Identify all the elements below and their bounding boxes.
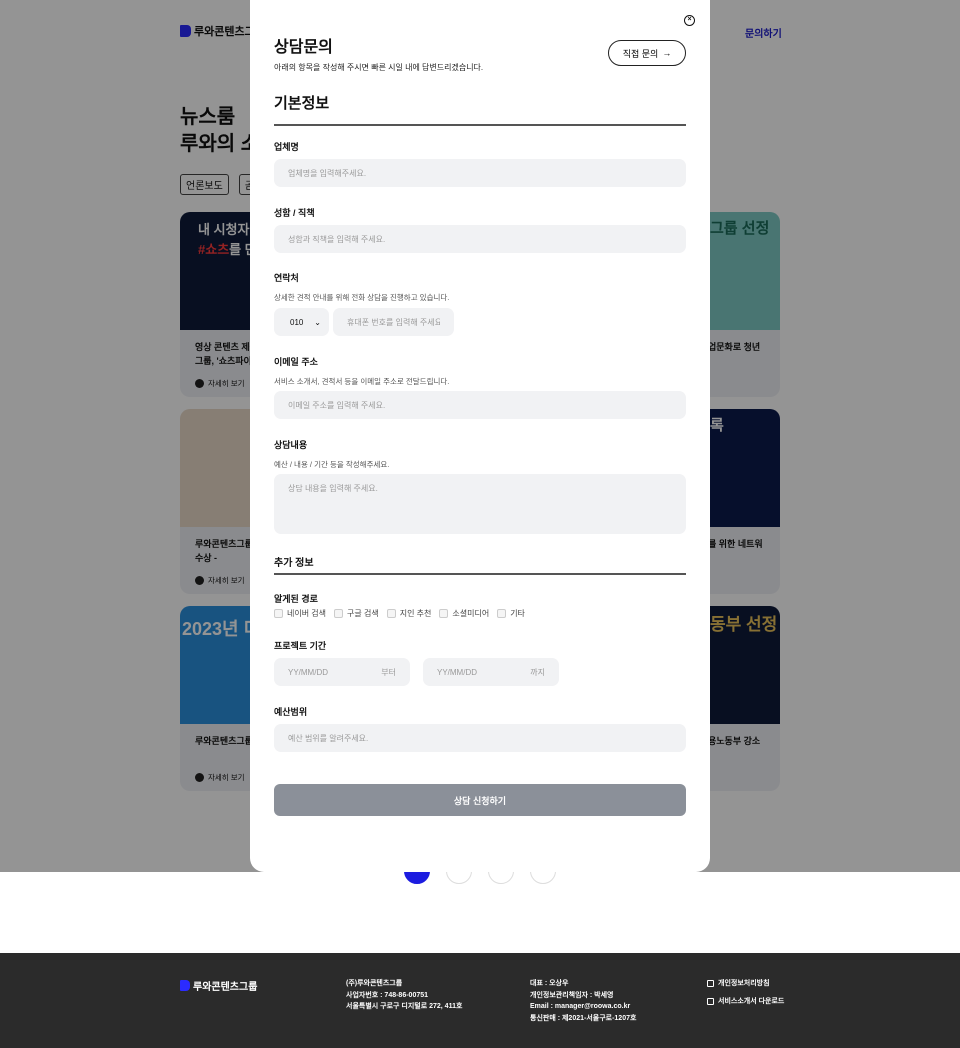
checkbox[interactable] — [386, 609, 396, 618]
phone-prefix-value: 010 — [290, 317, 304, 327]
period-start-placeholder: YY/MM/DD — [288, 667, 328, 677]
source-option-label: 소셜미디어 — [452, 609, 490, 618]
section-extra-info: 추가 정보 — [274, 554, 686, 575]
source-option-label: 지인 추천 — [399, 609, 432, 618]
email-input[interactable] — [274, 391, 686, 419]
footer-links: 개인정보처리방침 서비스소개서 다운로드 — [707, 978, 784, 1013]
period-start-field[interactable]: YY/MM/DD 부터 — [274, 658, 410, 686]
modal-subtitle: 아래의 항목을 작성해 주시면 빠른 시일 내에 답변드리겠습니다. — [274, 63, 484, 72]
name-title-input[interactable] — [274, 225, 686, 253]
checkbox[interactable] — [439, 609, 449, 618]
footer-privacy-officer: 개인정보관리책임자 : 박세영 — [530, 991, 614, 999]
download-icon — [707, 997, 714, 1005]
phone-prefix-select[interactable]: 010 ⌄ — [274, 308, 329, 336]
source-option[interactable]: 네이버 검색 — [274, 608, 326, 619]
email-label: 이메일 주소 — [274, 357, 318, 367]
content-hint: 예산 / 내용 / 기간 등을 작성해주세요. — [274, 460, 390, 469]
logo-mark — [180, 980, 190, 991]
modal-title: 상담문의 — [274, 39, 333, 56]
source-option[interactable]: 구글 검색 — [334, 608, 379, 619]
source-label: 알게된 경로 — [274, 594, 318, 604]
checkbox[interactable] — [334, 609, 344, 618]
footer-biz-no: 사업자번호 : 748-86-00751 — [346, 991, 429, 999]
person-icon — [707, 980, 714, 988]
chevron-down-icon: ⌄ — [314, 317, 321, 327]
footer-logo[interactable]: 루와콘텐츠그룹 — [180, 978, 257, 993]
footer-logo-text: 루와콘텐츠그룹 — [193, 982, 258, 993]
source-option-label: 기타 — [510, 609, 525, 618]
content-textarea[interactable] — [274, 474, 686, 534]
submit-consultation-button[interactable]: 상담 신청하기 — [274, 784, 686, 816]
period-end-suffix: 까지 — [530, 667, 545, 677]
footer-contact-info: 대표 : 오상우 개인정보관리책임자 : 박세영 Email : manager… — [530, 978, 636, 1024]
source-option[interactable]: 지인 추천 — [386, 608, 432, 619]
company-label: 업체명 — [274, 142, 299, 152]
checkbox[interactable] — [497, 609, 507, 618]
footer-ecommerce: 통신판매 : 제2021-서울구로-1207호 — [530, 1014, 637, 1022]
company-input[interactable] — [274, 159, 686, 187]
email-hint: 서비스 소개서, 견적서 등을 이메일 주소로 전달드립니다. — [274, 377, 450, 386]
budget-label: 예산범위 — [274, 707, 308, 717]
brochure-download-label: 서비스소개서 다운로드 — [718, 997, 785, 1005]
footer-ceo: 대표 : 오상우 — [530, 980, 569, 987]
content-label: 상담내용 — [274, 440, 308, 450]
close-icon[interactable]: × — [684, 15, 695, 26]
source-option[interactable]: 소셜미디어 — [439, 608, 489, 619]
direct-inquiry-label: 직접 문의 — [622, 48, 659, 59]
phone-hint: 상세한 견적 안내를 위해 전화 상담을 진행하고 있습니다. — [274, 293, 450, 302]
section-basic-info: 기본정보 — [274, 92, 686, 126]
period-label: 프로젝트 기간 — [274, 641, 327, 651]
source-option-label: 구글 검색 — [347, 609, 379, 618]
privacy-policy-link[interactable]: 개인정보처리방침 — [707, 978, 784, 990]
budget-input[interactable] — [274, 724, 686, 752]
footer-address: 서울특별시 구로구 디지털로 272, 411호 — [346, 1003, 463, 1010]
checkbox[interactable] — [274, 609, 283, 618]
brochure-download-link[interactable]: 서비스소개서 다운로드 — [707, 996, 784, 1008]
period-start-suffix: 부터 — [381, 667, 396, 677]
phone-label: 연락처 — [274, 273, 299, 283]
footer-company-info: (주)루와콘텐츠그룹 사업자번호 : 748-86-00751 서울특별시 구로… — [346, 978, 462, 1013]
privacy-policy-label: 개인정보처리방침 — [718, 980, 770, 987]
consultation-modal: × 상담문의 아래의 항목을 작성해 주시면 빠른 시일 내에 답변드리겠습니다… — [250, 0, 710, 872]
footer: 루와콘텐츠그룹 (주)루와콘텐츠그룹 사업자번호 : 748-86-00751 … — [0, 953, 960, 1048]
phone-input[interactable] — [333, 308, 454, 336]
name-title-label: 성함 / 직책 — [274, 208, 315, 218]
source-checkboxes: 네이버 검색 구글 검색 지인 추천 소셜미디어 기타 — [274, 608, 525, 619]
period-end-field[interactable]: YY/MM/DD 까지 — [423, 658, 559, 686]
footer-email: Email : manager@roowa.co.kr — [530, 1003, 631, 1010]
direct-inquiry-button[interactable]: 직접 문의 → — [608, 40, 686, 66]
footer-company: (주)루와콘텐츠그룹 — [346, 980, 403, 987]
source-option[interactable]: 기타 — [497, 608, 525, 619]
period-end-placeholder: YY/MM/DD — [437, 667, 477, 677]
source-option-label: 네이버 검색 — [287, 609, 327, 618]
arrow-right-icon: → — [662, 48, 672, 58]
